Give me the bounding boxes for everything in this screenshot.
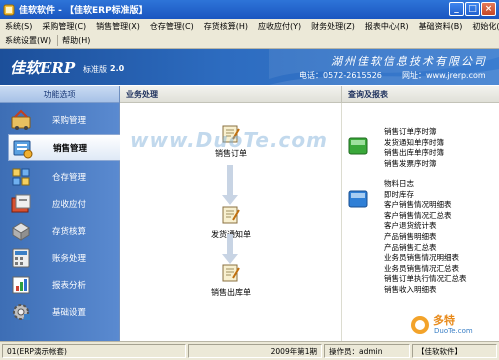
sales-icon [13,140,33,158]
menu-purchase[interactable]: 采购管理(C) [41,21,92,32]
app-icon [3,4,15,15]
menu-row-2: 系统设置(W) 帮助(H) [0,33,499,47]
sidebar-item-label: 存货核算 [52,226,87,237]
report-link[interactable]: 产品销售汇总表 [384,243,467,254]
report-link[interactable]: 销售订单序时簿 [384,127,444,138]
flow-arrow-icon [222,165,238,205]
menu-receivable[interactable]: 应收应付(Y) [257,21,307,32]
menu-system-settings[interactable]: 系统设置(W) [4,35,57,46]
report-link[interactable]: 即时库存 [384,190,467,201]
corner-logo: 多特 DuoTe.com [409,312,499,342]
report-link[interactable]: 产品销售明细表 [384,232,467,243]
sidebar-item-label: 应收应付 [52,199,87,210]
sidebar-item-label: 账务处理 [52,253,87,264]
sales-outbound-icon [222,264,240,282]
business-process-header: 业务处理 [120,86,342,103]
menu-sales[interactable]: 销售管理(X) [95,21,146,32]
report-link[interactable]: 销售订单执行情况汇总表 [384,274,467,285]
menu-help[interactable]: 帮助(H) [61,35,96,46]
main-panel: 业务处理 查询及报表 销售订单 发货通知单 [120,86,499,341]
duote-logo-icon [411,316,429,334]
corner-logo-text: 多特 [433,314,455,327]
sidebar-item-purchase[interactable]: 采购管理 [0,106,120,133]
status-brand: 【佳软软件】 [412,344,497,358]
report-link[interactable]: 业务员销售情况汇总表 [384,264,467,275]
report-link[interactable]: 物料日志 [384,179,467,190]
status-account: 01(ERP演示帐套) [2,344,186,358]
menu-row-1: 系统(S) 采购管理(C) 销售管理(X) 仓存管理(C) 存货核算(H) 应收… [0,19,499,33]
sidebar-item-label: 报表分析 [52,280,87,291]
minimize-button[interactable]: _ [449,2,464,16]
reports-pane: 销售订单序时簿 发货通知单序时簿 销售出库单序时簿 销售发票序时簿 物料日志 即… [342,103,499,341]
menu-bar: 系统(S) 采购管理(C) 销售管理(X) 仓存管理(C) 存货核算(H) 应收… [0,19,499,49]
purchase-icon [11,109,31,130]
sidebar-item-accounting[interactable]: 账务处理 [0,244,120,271]
report-icon [12,276,30,293]
product-edition: 标准版 [83,65,107,74]
report-link[interactable]: 业务员销售情况明细表 [384,253,467,264]
menu-reports[interactable]: 报表中心(R) [364,21,415,32]
status-operator: 操作员：admin [324,344,410,358]
report-link[interactable]: 销售出库单序时簿 [384,148,444,159]
menu-system[interactable]: 系统(S) [4,21,38,32]
warehouse-icon [12,168,30,185]
menu-basic-data[interactable]: 基础资料(B) [418,21,469,32]
menu-separator [57,34,59,46]
report-link[interactable]: 销售收入明细表 [384,285,467,296]
menu-finance[interactable]: 财务处理(Z) [310,21,361,32]
book-green-icon [348,137,368,155]
delivery-notice-icon [222,206,240,224]
sidebar-item-label: 采购管理 [52,115,87,126]
maximize-button[interactable]: □ [465,2,480,16]
report-link[interactable]: 客户销售情况汇总表 [384,211,467,222]
accounting-icon [12,248,30,267]
status-period: 2009年第1期 [188,344,322,358]
report-link[interactable]: 发货通知单序时簿 [384,138,444,149]
product-version: 2.0 [110,64,125,73]
flow-arrow-icon [222,234,238,264]
sidebar-item-sales[interactable]: 销售管理 [8,134,120,161]
flow-label: 销售出库单 [211,288,251,297]
receivable-icon [11,194,31,212]
settings-icon [13,303,30,320]
menu-inventory[interactable]: 存货核算(H) [203,21,254,32]
menu-warehouse[interactable]: 仓存管理(C) [149,21,200,32]
sidebar-item-label: 基础设置 [52,307,87,318]
sidebar-item-label: 仓存管理 [52,172,87,183]
report-link[interactable]: 客户销售情况明细表 [384,200,467,211]
sidebar-header: 功能选项 [0,86,119,103]
report-link[interactable]: 客户退货统计表 [384,221,467,232]
company-website: 网址：www.jrerp.com [402,71,486,80]
close-button[interactable]: × [481,2,496,16]
sidebar-item-label: 销售管理 [53,143,88,154]
sidebar-item-report[interactable]: 报表分析 [0,271,120,298]
title-bar: 佳软软件 - 【佳软ERP标准版】 _ □ × [0,0,499,19]
watermark-text: www.DuoTe.com [130,128,328,152]
sidebar-item-inventory[interactable]: 存货核算 [0,217,120,244]
sidebar-item-receivable[interactable]: 应收应付 [0,190,120,217]
inventory-icon [12,221,30,241]
header-banner: 佳软ERP 标准版 2.0 湖州佳软信息技术有限公司 电话：0572-26155… [0,49,499,85]
sidebar-item-settings[interactable]: 基础设置 [0,298,120,325]
product-name: 佳软ERP [10,59,76,77]
window-title: 佳软软件 - 【佳软ERP标准版】 [19,6,148,16]
company-name: 湖州佳软信息技术有限公司 [331,55,487,68]
corner-logo-subtext: DuoTe.com [434,327,473,335]
query-reports-header: 查询及报表 [342,86,499,103]
status-bar: 01(ERP演示帐套) 2009年第1期 操作员：admin 【佳软软件】 [0,341,499,360]
sidebar-item-warehouse[interactable]: 仓存管理 [0,163,120,190]
menu-initialize[interactable]: 初始化(I) [471,21,499,32]
flow-item-sales-outbound[interactable]: 销售出库单 [201,263,261,298]
company-phone: 电话：0572-2615526 [299,71,382,80]
report-link[interactable]: 销售发票序时簿 [384,159,444,170]
sidebar: 功能选项 采购管理 销售管理 仓存管理 应收应付 存货核算 账务处理 报表分析 … [0,86,120,341]
book-blue-icon [348,190,368,208]
